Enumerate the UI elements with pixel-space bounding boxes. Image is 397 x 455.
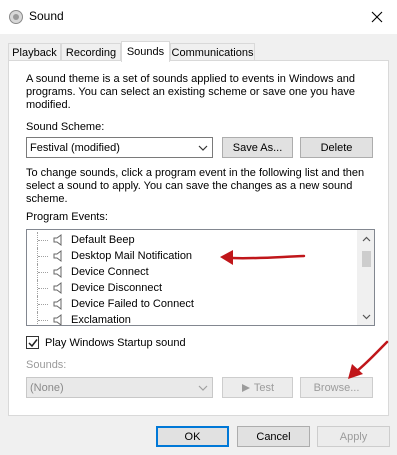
tree-connector xyxy=(37,280,53,296)
chevron-up-icon xyxy=(362,236,371,241)
delete-button[interactable]: Delete xyxy=(300,137,373,158)
tab-recording[interactable]: Recording xyxy=(61,43,121,61)
speaker-icon xyxy=(53,314,62,325)
close-button[interactable] xyxy=(357,0,397,34)
startup-sound-checkbox[interactable] xyxy=(26,336,39,349)
event-label: Desktop Mail Notification xyxy=(71,250,193,262)
cancel-button[interactable]: Cancel xyxy=(237,426,310,447)
title-bar: Sound xyxy=(0,0,397,34)
ok-button[interactable]: OK xyxy=(156,426,229,447)
event-label: Default Beep xyxy=(71,234,135,246)
speaker-icon xyxy=(53,282,62,294)
sounds-label: Sounds: xyxy=(26,359,67,371)
test-button[interactable]: Test xyxy=(222,377,293,398)
tab-communications[interactable]: Communications xyxy=(170,43,255,61)
tree-connector xyxy=(37,248,53,264)
chevron-down-icon xyxy=(362,314,371,319)
sounds-value: (None) xyxy=(30,381,64,394)
chevron-down-icon xyxy=(198,385,208,391)
sound-scheme-select[interactable]: Festival (modified) xyxy=(26,137,213,158)
speaker-icon xyxy=(53,250,62,262)
tree-connector xyxy=(37,232,53,248)
event-label: Exclamation xyxy=(71,314,131,326)
chevron-down-icon xyxy=(198,145,208,151)
startup-sound-label: Play Windows Startup sound xyxy=(45,337,186,349)
scroll-down-button[interactable] xyxy=(358,308,374,325)
sounds-tab-panel: A sound theme is a set of sounds applied… xyxy=(8,60,389,416)
tab-playback[interactable]: Playback xyxy=(8,43,61,61)
sound-scheme-label: Sound Scheme: xyxy=(26,121,105,133)
event-label: Device Failed to Connect xyxy=(71,298,194,310)
program-events-label: Program Events: xyxy=(26,211,108,223)
apply-button[interactable]: Apply xyxy=(317,426,390,447)
scheme-description: A sound theme is a set of sounds applied… xyxy=(26,73,355,111)
tree-connector xyxy=(37,312,53,325)
speaker-icon xyxy=(53,234,62,246)
instructions-text: To change sounds, click a program event … xyxy=(26,167,365,205)
checkmark-icon xyxy=(28,339,38,348)
save-as-button[interactable]: Save As... xyxy=(222,137,293,158)
close-icon xyxy=(371,11,383,23)
tree-connector xyxy=(37,264,53,280)
window-title: Sound xyxy=(29,9,64,23)
test-label: Test xyxy=(253,381,275,394)
sounds-select[interactable]: (None) xyxy=(26,377,213,398)
program-events-list[interactable]: Default Beep Desktop Mail Notification D… xyxy=(26,229,375,326)
sound-dialog: Sound Playback Recording Sounds Communic… xyxy=(0,0,397,455)
speaker-app-icon xyxy=(8,9,24,25)
play-icon xyxy=(241,383,250,392)
tree-connector xyxy=(37,296,53,312)
tab-sounds[interactable]: Sounds xyxy=(121,41,170,62)
events-scrollbar[interactable] xyxy=(357,230,374,325)
scroll-thumb[interactable] xyxy=(362,251,371,267)
speaker-icon xyxy=(53,266,62,278)
speaker-icon xyxy=(53,298,62,310)
sound-scheme-value: Festival (modified) xyxy=(30,141,120,154)
browse-button[interactable]: Browse... xyxy=(300,377,373,398)
event-label: Device Disconnect xyxy=(71,282,163,294)
event-label: Device Connect xyxy=(71,266,149,278)
scroll-up-button[interactable] xyxy=(358,230,374,247)
